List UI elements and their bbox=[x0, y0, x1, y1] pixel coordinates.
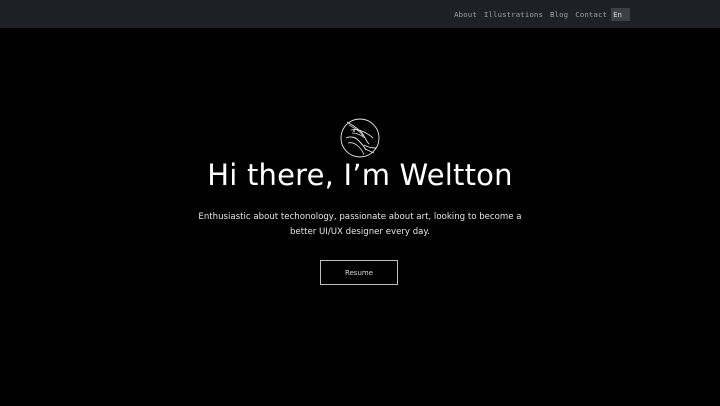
hero-subtitle: Enthusiastic about techonology, passiona… bbox=[198, 212, 522, 237]
nav-link-about[interactable]: About bbox=[454, 10, 477, 19]
top-nav-bar: About Illustrations Blog Contact En bbox=[0, 0, 720, 28]
resume-button[interactable]: Resume bbox=[320, 260, 398, 285]
nav-link-illustrations[interactable]: Illustrations bbox=[484, 10, 543, 19]
bird-circle-logo-icon bbox=[340, 118, 380, 158]
hero-title: Hi there, I’m Weltton bbox=[207, 158, 513, 192]
main-nav: About Illustrations Blog Contact En bbox=[454, 0, 630, 28]
nav-link-blog[interactable]: Blog bbox=[550, 10, 568, 19]
language-selector[interactable]: En bbox=[611, 7, 630, 21]
nav-link-contact[interactable]: Contact bbox=[575, 10, 607, 19]
hero-section: Hi there, I’m Weltton Enthusiastic about… bbox=[0, 28, 720, 406]
